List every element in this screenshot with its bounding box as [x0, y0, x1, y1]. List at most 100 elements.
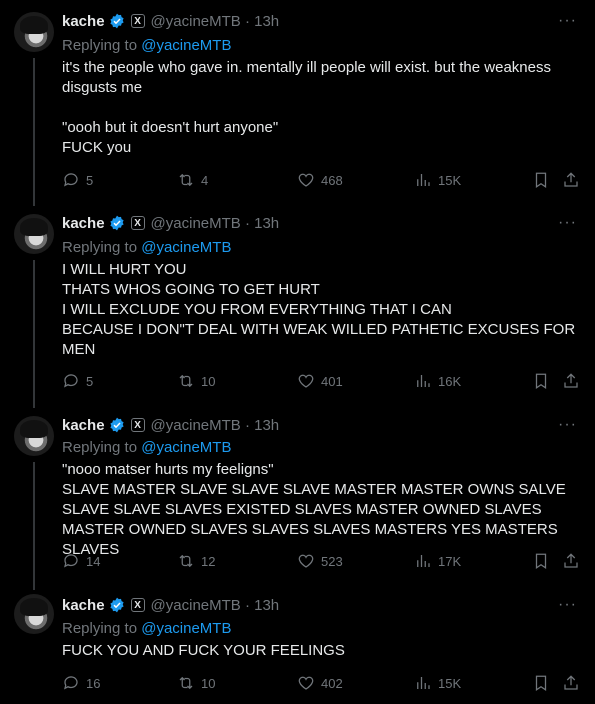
reply-button[interactable]: 16 [62, 674, 100, 692]
handle-and-time[interactable]: @yacineMTB · 13h [151, 597, 280, 614]
x-affiliate-badge-icon: X [130, 216, 145, 230]
display-name[interactable]: kache [62, 215, 105, 232]
bookmark-button[interactable] [532, 674, 550, 692]
views-icon [417, 677, 430, 689]
handle-and-time[interactable]: @yacineMTB · 13h [151, 417, 280, 434]
views-button[interactable]: 15K [414, 674, 461, 692]
repost-count: 12 [201, 553, 216, 569]
bookmark-icon [535, 373, 547, 389]
tweet-header: kache X @yacineMTB · 13h [62, 11, 279, 31]
avatar[interactable] [14, 214, 54, 254]
tweet-text: FUCK YOU AND FUCK YOUR FEELINGS [62, 642, 345, 659]
like-button[interactable]: 401 [297, 372, 343, 390]
heart-icon [298, 374, 314, 388]
heart-icon [298, 173, 314, 187]
replying-to-link[interactable]: @yacineMTB [141, 239, 231, 256]
share-button[interactable] [562, 171, 580, 189]
replying-to: Replying to @yacineMTB [62, 620, 231, 637]
repost-button[interactable]: 10 [177, 372, 215, 390]
repost-button[interactable]: 4 [177, 171, 208, 189]
views-icon [417, 555, 430, 567]
reply-button[interactable]: 14 [62, 552, 100, 570]
like-button[interactable]: 402 [297, 674, 343, 692]
tweet[interactable]: kache X @yacineMTB · 13h ··· Replying to… [0, 0, 595, 202]
share-button[interactable] [562, 674, 580, 692]
share-button[interactable] [562, 372, 580, 390]
reply-button[interactable]: 5 [62, 171, 93, 189]
like-count: 468 [321, 172, 343, 188]
bookmark-button[interactable] [532, 171, 550, 189]
reply-button[interactable]: 5 [62, 372, 93, 390]
replying-to-link[interactable]: @yacineMTB [141, 37, 231, 54]
replying-to-link[interactable]: @yacineMTB [141, 620, 231, 637]
reply-icon [64, 173, 78, 187]
share-button[interactable] [562, 552, 580, 570]
like-count: 402 [321, 675, 343, 691]
tweet-header: kache X @yacineMTB · 13h [62, 415, 279, 435]
reply-count: 5 [86, 373, 94, 389]
replying-to-label: Replying to [62, 239, 142, 256]
repost-icon [179, 374, 193, 388]
share-icon [564, 373, 578, 388]
tweet-actions: 14 12 523 17K [62, 552, 582, 572]
bookmark-icon [535, 172, 547, 188]
views-count: 17K [438, 553, 462, 569]
x-affiliate-badge-icon: X [130, 14, 145, 28]
display-name[interactable]: kache [62, 417, 105, 434]
heart-icon [298, 676, 314, 690]
views-button[interactable]: 15K [414, 171, 461, 189]
tweet-text: it's the people who gave in. mentally il… [62, 59, 551, 156]
views-button[interactable]: 17K [414, 552, 461, 570]
handle-and-time[interactable]: @yacineMTB · 13h [151, 215, 280, 232]
bookmark-button[interactable] [532, 552, 550, 570]
tweet-actions: 5 4 468 15K [62, 171, 582, 191]
like-button[interactable]: 468 [297, 171, 343, 189]
replying-to-link[interactable]: @yacineMTB [141, 439, 231, 456]
views-button[interactable]: 16K [414, 372, 461, 390]
more-options-icon[interactable]: ··· [558, 416, 577, 434]
avatar[interactable] [14, 416, 54, 456]
handle-and-time[interactable]: @yacineMTB · 13h [151, 13, 280, 30]
tweet[interactable]: kache X @yacineMTB · 13h ··· Replying to… [0, 404, 595, 586]
verified-badge-icon [109, 597, 124, 613]
like-count: 523 [321, 553, 343, 569]
more-options-icon[interactable]: ··· [558, 214, 577, 232]
display-name[interactable]: kache [62, 13, 105, 30]
avatar[interactable] [14, 12, 54, 52]
repost-icon [179, 173, 193, 187]
share-icon [564, 172, 578, 187]
x-affiliate-badge-icon: X [130, 598, 145, 612]
share-icon [564, 553, 578, 568]
share-icon [564, 675, 578, 690]
replying-to: Replying to @yacineMTB [62, 37, 231, 54]
repost-icon [179, 554, 193, 568]
repost-button[interactable]: 12 [177, 552, 215, 570]
views-icon [417, 174, 430, 186]
views-count: 15K [438, 172, 462, 188]
avatar[interactable] [14, 594, 54, 634]
like-button[interactable]: 523 [297, 552, 343, 570]
repost-count: 4 [201, 172, 209, 188]
replying-to-label: Replying to [62, 37, 142, 54]
replying-to-label: Replying to [62, 620, 142, 637]
verified-badge-icon [109, 13, 124, 29]
more-options-icon[interactable]: ··· [558, 596, 577, 614]
repost-icon [179, 676, 193, 690]
reply-count: 5 [86, 172, 94, 188]
tweet[interactable]: kache X @yacineMTB · 13h ··· Replying to… [0, 202, 595, 404]
tweet[interactable]: kache X @yacineMTB · 13h ··· Replying to… [0, 586, 595, 704]
tweet-header: kache X @yacineMTB · 13h [62, 213, 279, 233]
more-options-icon[interactable]: ··· [558, 12, 577, 30]
replying-to-label: Replying to [62, 439, 142, 456]
tweet-text: "nooo matser hurts my feeligns" SLAVE MA… [62, 461, 566, 558]
repost-button[interactable]: 10 [177, 674, 215, 692]
tweet-actions: 16 10 402 15K [62, 674, 582, 694]
like-count: 401 [321, 373, 343, 389]
display-name[interactable]: kache [62, 597, 105, 614]
bookmark-button[interactable] [532, 372, 550, 390]
views-count: 16K [438, 373, 462, 389]
repost-count: 10 [201, 675, 216, 691]
reply-icon [64, 554, 78, 568]
reply-icon [64, 676, 78, 690]
views-count: 15K [438, 675, 462, 691]
